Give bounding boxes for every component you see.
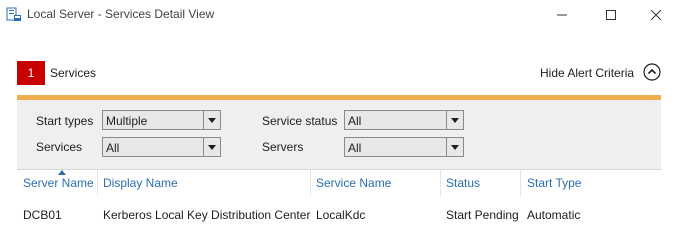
cell-start-type: Automatic — [527, 208, 581, 222]
services-app-icon — [6, 6, 22, 22]
dropdown-arrow-icon — [451, 145, 459, 150]
start-types-value: Multiple — [106, 114, 148, 128]
servers-value: All — [348, 141, 362, 155]
collapse-criteria-button[interactable] — [643, 63, 661, 81]
column-divider[interactable] — [97, 170, 98, 196]
dropdown-arrow-icon — [451, 118, 459, 123]
grid-header: Server Name Display Name Service Name St… — [17, 170, 661, 196]
servers-dropdown[interactable]: All — [344, 137, 464, 157]
hide-alert-criteria-link[interactable]: Hide Alert Criteria — [540, 66, 634, 80]
column-header-service-name[interactable]: Service Name — [316, 176, 391, 190]
dropdown-arrow-icon — [208, 118, 216, 123]
services-value: All — [106, 141, 120, 155]
window-title: Local Server - Services Detail View — [27, 7, 215, 21]
chevron-up-icon — [643, 63, 661, 81]
cell-server-name: DCB01 — [23, 208, 62, 222]
cell-status: Start Pending — [446, 208, 519, 222]
close-icon — [651, 9, 661, 20]
dropdown-arrow-icon — [208, 145, 216, 150]
column-header-start-type[interactable]: Start Type — [527, 176, 581, 190]
service-status-value: All — [348, 114, 362, 128]
minimize-icon — [557, 14, 567, 15]
maximize-icon — [606, 9, 616, 20]
minimize-button[interactable] — [539, 0, 585, 29]
service-status-label: Service status — [262, 114, 338, 128]
cell-display-name: Kerberos Local Key Distribution Center — [103, 208, 311, 222]
filter-panel: Start types Multiple Services All Servic… — [17, 100, 661, 170]
start-types-dropdown[interactable]: Multiple — [102, 110, 221, 130]
table-row[interactable]: DCB01 Kerberos Local Key Distribution Ce… — [17, 202, 661, 226]
section-title: Services — [50, 66, 97, 80]
title-bar: Local Server - Services Detail View — [0, 0, 677, 29]
column-divider[interactable] — [520, 170, 521, 196]
servers-label: Servers — [262, 140, 304, 154]
services-dropdown[interactable]: All — [102, 137, 221, 157]
column-divider[interactable] — [440, 170, 441, 196]
start-types-label: Start types — [36, 114, 94, 128]
column-divider[interactable] — [310, 170, 311, 196]
close-button[interactable] — [633, 0, 677, 29]
maximize-button[interactable] — [588, 0, 634, 29]
alert-count-badge: 1 — [17, 61, 45, 85]
column-header-status[interactable]: Status — [446, 176, 480, 190]
column-header-server-name[interactable]: Server Name — [23, 176, 94, 190]
service-status-dropdown[interactable]: All — [344, 110, 464, 130]
services-label: Services — [36, 140, 83, 154]
cell-service-name: LocalKdc — [316, 208, 366, 222]
column-header-display-name[interactable]: Display Name — [103, 176, 178, 190]
sort-ascending-icon — [58, 170, 66, 175]
